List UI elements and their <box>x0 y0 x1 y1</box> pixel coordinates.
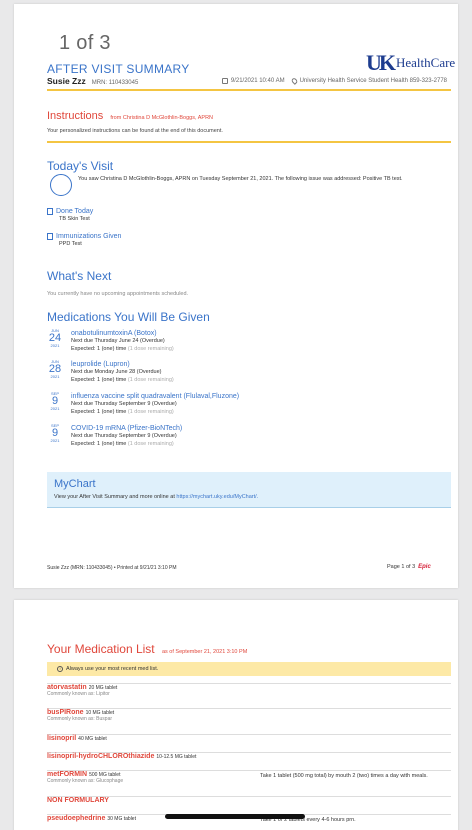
med-name: pseudoephedrine <box>47 815 106 822</box>
patient-name: Susie Zzz <box>47 76 86 86</box>
scheduled-medication: SEP 9 2021 COVID-19 mRNA (Pfizer-BioNTec… <box>47 424 437 452</box>
med-name: leuprolide (Lupron) <box>71 361 130 368</box>
document-page-1: 1 of 3 AFTER VISIT SUMMARY UK HealthCare… <box>14 4 458 588</box>
scheduled-medication: SEP 9 2021 influenza vaccine split quadr… <box>47 392 437 420</box>
med-expected: Expected: 1 (one) time (1 dose remaining… <box>71 440 174 447</box>
med-expected: Expected: 1 (one) time (1 dose remaining… <box>71 408 174 415</box>
medications-given-title: Medications You Will Be Given <box>47 310 210 324</box>
done-today-label: Done Today <box>56 208 94 215</box>
whats-next-title: What's Next <box>47 269 112 283</box>
instructions-text: Your personalized instructions can be fo… <box>47 128 223 134</box>
instructions-from: from Christina D McGlothlin-Boggs, APRN <box>110 115 214 121</box>
med-name: atorvastatin <box>47 684 87 691</box>
todays-visit-title: Today's Visit <box>47 159 114 173</box>
med-dose: 40 MG tablet <box>78 736 107 742</box>
instructions-heading: Instructions from Christina D McGlothlin… <box>47 110 213 122</box>
visit-datetime: 9/21/2021 10:40 AM <box>230 78 285 84</box>
section-divider <box>47 141 451 143</box>
medication-list-date: as of September 21, 2021 3:10 PM <box>161 649 248 655</box>
location-pin-icon <box>290 77 298 85</box>
done-today-item: TB Skin Test <box>59 216 90 222</box>
med-due: Next due Monday June 28 (Overdue) <box>71 369 162 376</box>
med-info: influenza vaccine split quadravalent (Fl… <box>71 392 239 416</box>
todays-visit-text: You saw Christina D McGlothlin-Boggs, AP… <box>78 176 403 182</box>
section-divider <box>47 89 451 91</box>
medication-list-heading: Your Medication List as of September 21,… <box>47 642 247 656</box>
immunizations-given: Immunizations Given PPD Test <box>47 233 121 247</box>
calendar-icon <box>221 78 228 84</box>
med-name: NON FORMULARY <box>47 797 109 804</box>
whats-next-text: You currently have no upcoming appointme… <box>47 291 189 297</box>
print-footer: Susie Zzz (MRN: 110433045) • Printed at … <box>47 565 177 571</box>
med-name: COVID-19 mRNA (Pfizer-BioNTech) <box>71 425 183 432</box>
med-name: lisinopril <box>47 735 77 742</box>
home-indicator[interactable] <box>165 814 305 819</box>
warning-icon: ! <box>57 666 63 672</box>
med-expected: Expected: 1 (one) time (1 dose remaining… <box>71 345 174 352</box>
med-date: JUN 28 2021 <box>48 359 62 379</box>
mychart-text: View your After Visit Summary and more o… <box>54 494 259 500</box>
med-dose: 30 MG tablet <box>107 816 136 822</box>
med-name: busPIRone <box>47 709 84 716</box>
medication-row: busPIRone 10 MG tablet Commonly known as:… <box>47 708 451 722</box>
med-name: onabotulinumtoxinA (Botox) <box>71 330 157 337</box>
medication-row: lisinopril-hydroCHLOROthiazide 10-12.5 MG… <box>47 752 451 760</box>
alert-text: Always use your most recent med list. <box>66 666 159 672</box>
uk-healthcare-logo: UK HealthCare <box>366 50 455 76</box>
visit-location: University Health Service Student Health… <box>299 78 447 84</box>
document-title: AFTER VISIT SUMMARY <box>47 62 190 76</box>
logo-mark: UK <box>366 50 396 75</box>
logo-text: HealthCare <box>396 55 456 70</box>
med-aka: Commonly known as: Buspar <box>47 716 113 722</box>
page-counter: 1 of 3 <box>59 32 111 54</box>
visit-meta: 9/21/2021 10:40 AM University Health Ser… <box>221 77 447 85</box>
med-due: Next due Thursday June 24 (Overdue) <box>71 338 165 345</box>
med-name: lisinopril-hydroCHLOROthiazide <box>47 753 155 760</box>
patient-mrn: MRN: 110433045 <box>91 80 139 86</box>
epic-logo: Epic <box>418 564 431 570</box>
med-list-alert: ! Always use your most recent med list. <box>47 662 451 676</box>
provider-avatar <box>50 174 72 196</box>
med-name: metFORMIN <box>47 771 88 778</box>
page-number: Page 1 of 3 Epic <box>387 564 431 570</box>
med-date: JUN 24 2021 <box>48 328 62 348</box>
scheduled-medication: JUN 28 2021 leuprolide (Lupron) Next due… <box>47 360 437 388</box>
immunizations-item: PPD Test <box>59 241 82 247</box>
med-due: Next due Thursday September 9 (Overdue) <box>71 433 177 440</box>
med-instructions: Take 1 tablet (500 mg total) by mouth 2 … <box>260 773 428 779</box>
mychart-banner: MyChart View your After Visit Summary an… <box>47 472 451 508</box>
scheduled-medication: JUN 24 2021 onabotulinumtoxinA (Botox) N… <box>47 329 437 357</box>
med-expected: Expected: 1 (one) time (1 dose remaining… <box>71 376 174 383</box>
medication-row: NON FORMULARY <box>47 796 451 804</box>
med-date: SEP 9 2021 <box>50 391 60 411</box>
instructions-title: Instructions <box>47 110 104 122</box>
med-date: SEP 9 2021 <box>50 423 60 443</box>
med-name: influenza vaccine split quadravalent (Fl… <box>71 393 240 400</box>
medication-row: lisinopril 40 MG tablet <box>47 734 451 742</box>
syringe-icon <box>47 233 53 240</box>
med-aka: Commonly known as: Lipitor <box>47 691 110 697</box>
med-due: Next due Thursday September 9 (Overdue) <box>71 401 177 408</box>
med-info: leuprolide (Lupron) Next due Monday June… <box>71 360 174 384</box>
mychart-link[interactable]: https://mychart.uky.edu/MyChart/. <box>176 494 258 500</box>
medication-list-title: Your Medication List <box>47 642 155 656</box>
clipboard-icon <box>47 208 53 215</box>
med-info: onabotulinumtoxinA (Botox) Next due Thur… <box>71 329 174 353</box>
document-page-2: Your Medication List as of September 21,… <box>14 600 458 830</box>
done-today: Done Today TB Skin Test <box>47 208 93 222</box>
immunizations-label: Immunizations Given <box>56 233 122 240</box>
mychart-title: MyChart <box>54 478 96 490</box>
medication-row: metFORMIN 500 MG tablet Commonly known as… <box>47 770 451 784</box>
med-info: COVID-19 mRNA (Pfizer-BioNTech) Next due… <box>71 424 182 448</box>
med-dose: 10-12.5 MG tablet <box>156 754 197 760</box>
patient-row: Susie Zzz MRN: 110433045 9/21/2021 10:40… <box>47 76 447 86</box>
medication-row: atorvastatin 20 MG tablet Commonly known … <box>47 683 451 697</box>
